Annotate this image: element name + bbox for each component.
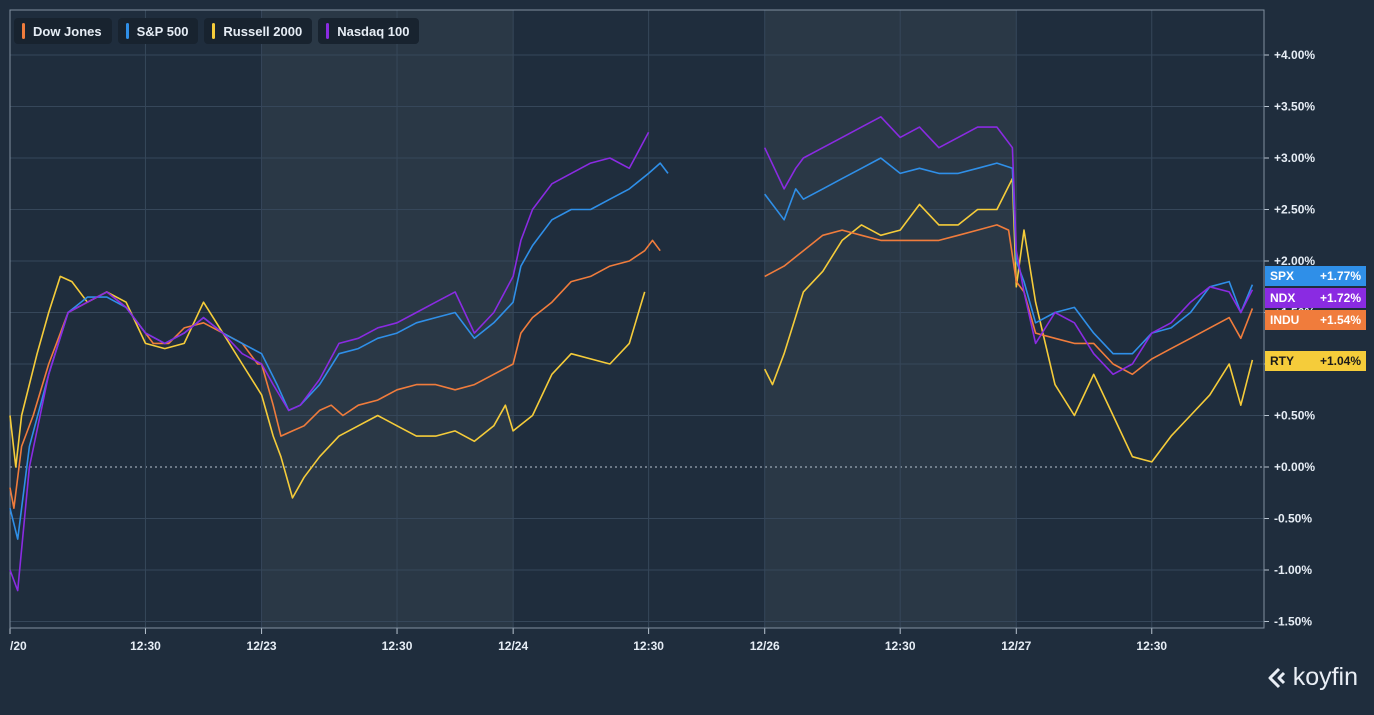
legend: Dow Jones S&P 500 Russell 2000 Nasdaq 10… <box>14 18 420 44</box>
legend-swatch-sp-500 <box>125 23 129 39</box>
chart-root: +4.00%+3.50%+3.00%+2.50%+2.00%+1.50%+1.0… <box>0 0 1374 710</box>
legend-swatch-russell-2000 <box>212 23 216 39</box>
y-tick-label: +2.50% <box>1274 203 1315 217</box>
x-tick-label: 12:30 <box>130 639 161 653</box>
last-value-number: +1.54% <box>1320 313 1361 327</box>
legend-item-russell-2000[interactable]: Russell 2000 <box>204 18 313 44</box>
last-value-ticker: NDX <box>1270 291 1295 305</box>
last-value-number: +1.04% <box>1320 354 1361 368</box>
y-tick-label: +0.00% <box>1274 460 1315 474</box>
koyfin-logo-text: koyfin <box>1292 663 1358 691</box>
x-tick-label: 12/26 <box>750 639 780 653</box>
last-value-number: +1.77% <box>1320 269 1361 283</box>
last-value-number: +1.72% <box>1320 291 1361 305</box>
x-tick-label: 12:30 <box>633 639 664 653</box>
x-tick-label: 12/27 <box>1001 639 1031 653</box>
legend-swatch-nasdaq-100 <box>326 23 330 39</box>
legend-label: Russell 2000 <box>223 23 303 39</box>
legend-item-dow-jones[interactable]: Dow Jones <box>14 18 112 44</box>
session-shade <box>764 10 1017 628</box>
koyfin-logo: koyfin <box>1265 663 1358 692</box>
chart-svg[interactable]: +4.00%+3.50%+3.00%+2.50%+2.00%+1.50%+1.0… <box>0 0 1374 710</box>
y-tick-label: +0.50% <box>1274 409 1315 423</box>
y-tick-label: +4.00% <box>1274 48 1315 62</box>
x-tick-label: 12/24 <box>498 639 528 653</box>
legend-swatch-dow-jones <box>22 23 25 39</box>
last-value-ticker: RTY <box>1270 354 1294 368</box>
x-tick-label: 12:30 <box>382 639 413 653</box>
y-tick-label: +3.00% <box>1274 151 1315 165</box>
y-tick-label: -0.50% <box>1274 512 1312 526</box>
x-tick-label: /20 <box>10 639 27 653</box>
legend-item-nasdaq-100[interactable]: Nasdaq 100 <box>318 18 420 44</box>
x-tick-label: 12:30 <box>1136 639 1167 653</box>
legend-label: Nasdaq 100 <box>337 23 410 39</box>
last-value-ticker: SPX <box>1270 269 1294 283</box>
legend-label: Dow Jones <box>33 23 102 39</box>
last-value-ticker: INDU <box>1270 313 1299 327</box>
x-tick-label: 12/23 <box>247 639 277 653</box>
legend-item-sp-500[interactable]: S&P 500 <box>117 18 199 44</box>
y-tick-label: -1.00% <box>1274 563 1312 577</box>
y-tick-label: +2.00% <box>1274 254 1315 268</box>
session-shade <box>261 10 514 628</box>
y-tick-label: -1.50% <box>1274 615 1312 629</box>
legend-label: S&P 500 <box>136 23 189 39</box>
x-tick-label: 12:30 <box>885 639 916 653</box>
y-tick-label: +3.50% <box>1274 100 1315 114</box>
koyfin-logo-icon <box>1268 667 1285 688</box>
